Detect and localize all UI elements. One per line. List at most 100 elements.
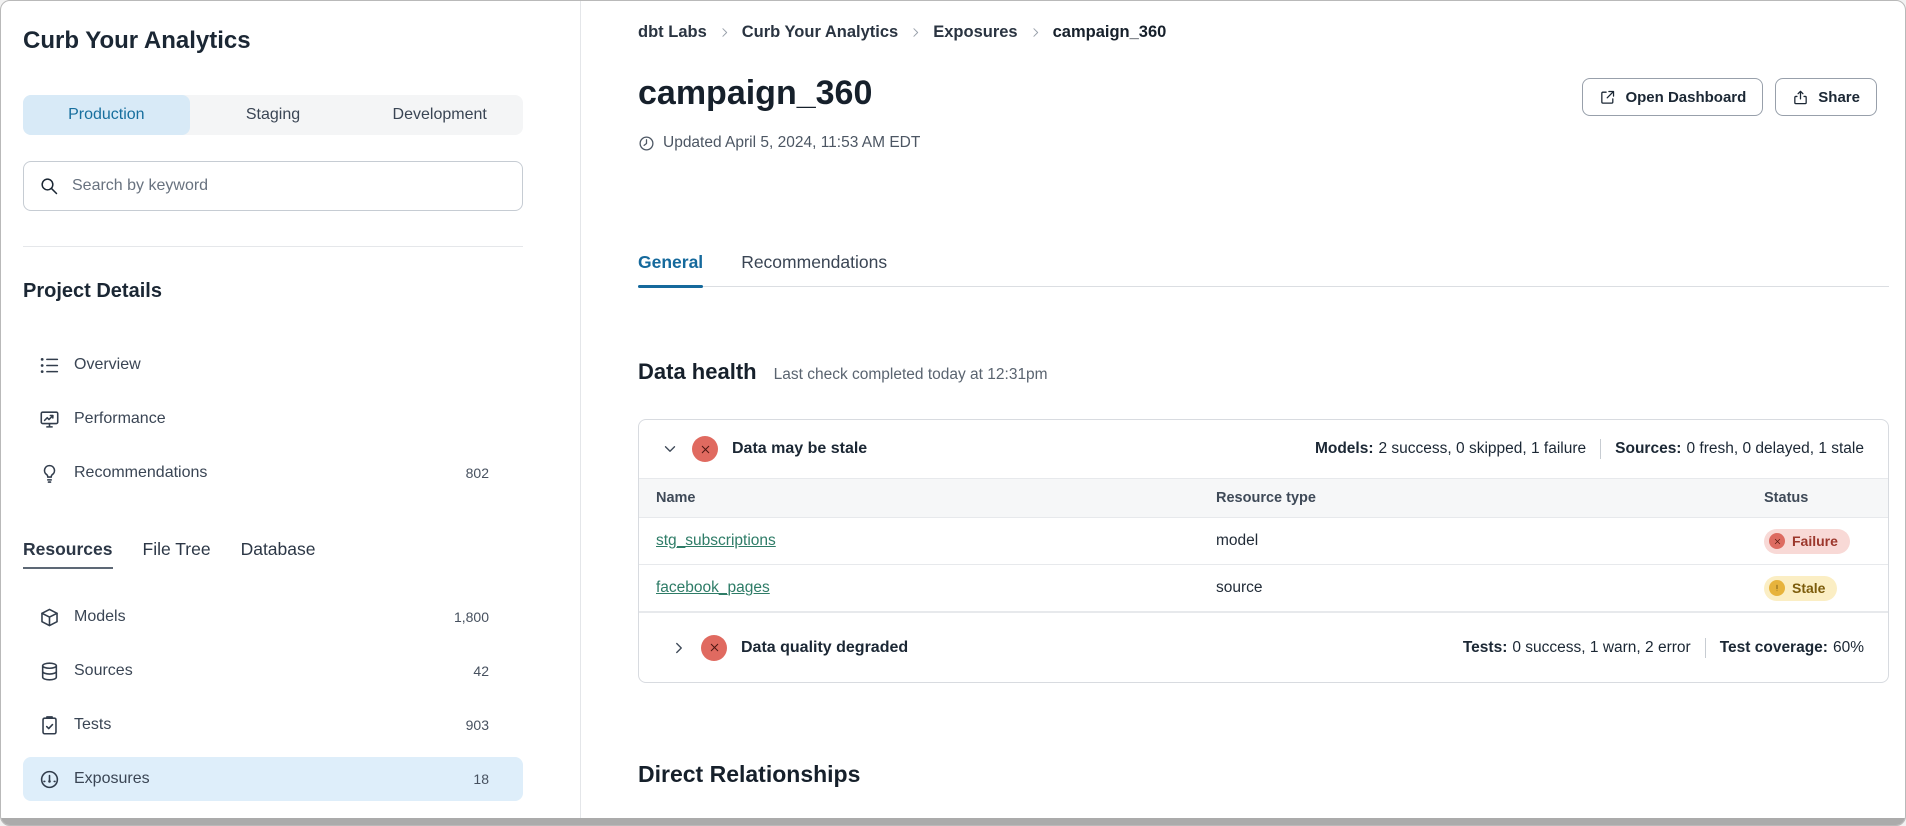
tab-general[interactable]: General	[638, 252, 703, 286]
chevron-right-icon	[1029, 26, 1042, 39]
stat-divider	[1705, 638, 1706, 658]
resource-type: source	[1216, 579, 1764, 597]
quality-group-header[interactable]: Data quality degraded Tests:0 success, 1…	[639, 612, 1888, 682]
item-count: 903	[466, 717, 489, 733]
item-count: 1,800	[454, 609, 489, 625]
status-badge-stale: Stale	[1764, 576, 1837, 601]
breadcrumb-project[interactable]: Curb Your Analytics	[742, 23, 898, 42]
sidebar-item-sources[interactable]: Sources 42	[23, 649, 523, 693]
environment-tabs: Production Staging Development	[23, 95, 523, 135]
column-name: Name	[656, 490, 1216, 506]
item-count: 18	[473, 771, 489, 787]
sidebar-item-overview[interactable]: Overview	[23, 343, 523, 387]
sidebar-item-label: Sources	[74, 662, 133, 680]
resource-type: model	[1216, 532, 1764, 550]
window-bottom-edge	[1, 818, 1905, 825]
sidebar-item-label: Overview	[74, 356, 141, 374]
env-tab-development[interactable]: Development	[356, 95, 523, 135]
resource-link-facebook-pages[interactable]: facebook_pages	[656, 579, 770, 597]
detail-tabs: General Recommendations	[638, 252, 1889, 287]
models-stat: Models:2 success, 0 skipped, 1 failure	[1315, 440, 1586, 458]
chevron-right-icon	[909, 26, 922, 39]
item-count: 802	[466, 465, 489, 481]
main-content: dbt Labs Curb Your Analytics Exposures c…	[581, 1, 1905, 825]
health-table-header: Name Resource type Status	[639, 478, 1888, 518]
table-row: facebook_pages source Stale	[639, 565, 1888, 612]
resource-link-stg-subscriptions[interactable]: stg_subscriptions	[656, 532, 776, 550]
clock-icon	[638, 135, 655, 152]
dbt-explorer-window: Curb Your Analytics Production Staging D…	[0, 0, 1906, 826]
error-circle-icon	[701, 635, 727, 661]
sidebar-item-models[interactable]: Models 1,800	[23, 595, 523, 639]
search-icon	[39, 176, 59, 196]
performance-chart-icon	[39, 409, 60, 430]
sidebar-item-label: Performance	[74, 410, 166, 428]
last-check-text: Last check completed today at 12:31pm	[774, 366, 1048, 384]
chevron-right-icon	[718, 26, 731, 39]
database-icon	[39, 661, 60, 682]
sidebar-item-recommendations[interactable]: Recommendations 802	[23, 451, 523, 495]
item-count: 42	[473, 663, 489, 679]
env-tab-staging[interactable]: Staging	[190, 95, 357, 135]
sidebar-item-label: Tests	[74, 716, 111, 734]
sidebar-item-tests[interactable]: Tests 903	[23, 703, 523, 747]
sidebar-item-label: Exposures	[74, 770, 150, 788]
error-circle-icon	[692, 436, 718, 462]
status-badge-failure: Failure	[1764, 529, 1850, 554]
project-details-heading: Project Details	[23, 280, 523, 303]
project-title: Curb Your Analytics	[23, 27, 523, 55]
sidebar-search[interactable]	[23, 161, 523, 211]
stale-group-header[interactable]: Data may be stale Models:2 success, 0 sk…	[639, 420, 1888, 478]
env-tab-production[interactable]: Production	[23, 95, 190, 135]
project-details-nav: Overview Performance	[23, 343, 523, 495]
quality-group-stats: Tests:0 success, 1 warn, 2 error Test co…	[1463, 638, 1864, 658]
gauge-icon	[39, 769, 60, 790]
external-link-icon	[1599, 89, 1616, 106]
quality-group-title: Data quality degraded	[741, 639, 908, 657]
stale-group-title: Data may be stale	[732, 440, 867, 458]
exclamation-circle-icon	[1769, 580, 1785, 596]
sidebar: Curb Your Analytics Production Staging D…	[1, 1, 581, 825]
column-status: Status	[1764, 490, 1888, 506]
resources-nav: Models 1,800 Sources 42	[23, 595, 523, 801]
open-dashboard-label: Open Dashboard	[1625, 89, 1746, 106]
tab-database[interactable]: Database	[241, 539, 316, 569]
coverage-stat: Test coverage:60%	[1720, 639, 1864, 657]
tests-stat: Tests:0 success, 1 warn, 2 error	[1463, 639, 1691, 657]
page-title: campaign_360	[638, 72, 872, 114]
sources-stat: Sources:0 fresh, 0 delayed, 1 stale	[1615, 440, 1864, 458]
browse-tabs: Resources File Tree Database	[23, 539, 523, 569]
stale-group-stats: Models:2 success, 0 skipped, 1 failure S…	[1315, 439, 1864, 459]
stat-divider	[1600, 439, 1601, 459]
tab-resources[interactable]: Resources	[23, 539, 113, 569]
updated-text: Updated April 5, 2024, 11:53 AM EDT	[663, 134, 920, 152]
chevron-down-icon[interactable]	[661, 440, 679, 458]
sidebar-divider	[23, 246, 523, 247]
tab-file-tree[interactable]: File Tree	[143, 539, 211, 569]
data-health-card: Data may be stale Models:2 success, 0 sk…	[638, 419, 1889, 683]
tab-recommendations[interactable]: Recommendations	[741, 252, 887, 286]
breadcrumb: dbt Labs Curb Your Analytics Exposures c…	[638, 23, 1889, 42]
direct-relationships-title: Direct Relationships	[638, 761, 1889, 788]
sidebar-item-exposures[interactable]: Exposures 18	[23, 757, 523, 801]
open-dashboard-button[interactable]: Open Dashboard	[1582, 78, 1763, 116]
sidebar-item-performance[interactable]: Performance	[23, 397, 523, 441]
share-button[interactable]: Share	[1775, 78, 1877, 116]
sidebar-item-label: Models	[74, 608, 126, 626]
search-input[interactable]	[70, 176, 507, 196]
data-health-header: Data health Last check completed today a…	[638, 359, 1889, 385]
breadcrumb-account[interactable]: dbt Labs	[638, 23, 707, 42]
table-row: stg_subscriptions model Failure	[639, 518, 1888, 565]
breadcrumb-current: campaign_360	[1053, 23, 1167, 42]
chevron-right-icon[interactable]	[670, 639, 688, 657]
updated-timestamp: Updated April 5, 2024, 11:53 AM EDT	[638, 134, 1889, 152]
column-resource-type: Resource type	[1216, 490, 1764, 506]
data-health-title: Data health	[638, 359, 757, 385]
cube-icon	[39, 607, 60, 628]
share-icon	[1792, 89, 1809, 106]
breadcrumb-exposures[interactable]: Exposures	[933, 23, 1017, 42]
page-header: campaign_360 Open Dashboard	[638, 72, 1889, 116]
list-icon	[39, 355, 60, 376]
clipboard-check-icon	[39, 715, 60, 736]
header-actions: Open Dashboard Share	[1582, 78, 1877, 116]
